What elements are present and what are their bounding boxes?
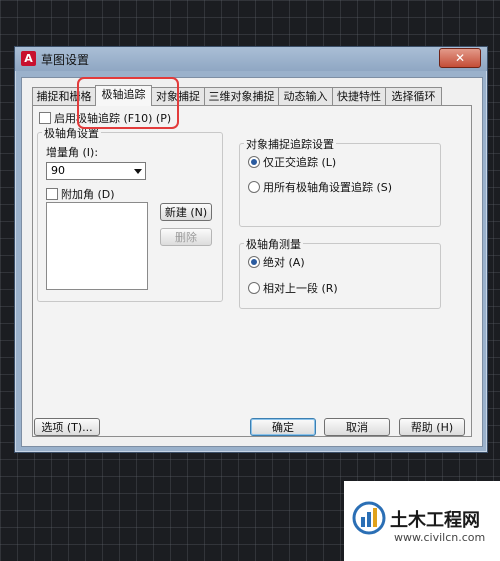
relative-radio[interactable] (248, 282, 260, 294)
dialog-title: 草图设置 (41, 53, 90, 67)
watermark-logo: 土木工程网 www.civilcn.com (344, 481, 500, 561)
absolute-label: 绝对 (A) (263, 256, 305, 269)
polar-tracking-panel: 启用极轴追踪 (F10) (P) 极轴角设置 增量角 (I): 90 附加角 (… (32, 105, 472, 437)
polar-angle-group: 极轴角设置 增量角 (I): 90 附加角 (D) 新建 (N) 删除 (37, 125, 223, 302)
increment-angle-value: 90 (51, 164, 65, 177)
snap-tracking-group: 对象捕捉追踪设置 仅正交追踪 (L) 用所有极轴角设置追踪 (S) (239, 136, 441, 227)
additional-angles-list[interactable] (46, 202, 148, 290)
watermark-url: www.civilcn.com (394, 531, 486, 544)
close-button[interactable]: ✕ (439, 48, 481, 68)
absolute-radio[interactable] (248, 256, 260, 268)
dropdown-arrow-icon (134, 169, 142, 174)
measurement-group: 极轴角测量 绝对 (A) 相对上一段 (R) (239, 236, 441, 309)
cancel-button[interactable]: 取消 (324, 418, 390, 436)
annotation-highlight-box (77, 77, 179, 129)
app-logo-icon: A (21, 51, 36, 66)
all-polar-label: 用所有极轴角设置追踪 (S) (263, 181, 393, 194)
dialog-titlebar[interactable]: A 草图设置 ✕ (15, 47, 487, 71)
tab-dynamic-input[interactable]: 动态输入 (278, 87, 333, 105)
watermark-title: 土木工程网 (390, 510, 480, 531)
help-button[interactable]: 帮助 (H) (399, 418, 465, 436)
tab-3d-object-snap[interactable]: 三维对象捕捉 (204, 87, 279, 105)
additional-angle-checkbox[interactable] (46, 188, 58, 200)
snap-tracking-group-title: 对象捕捉追踪设置 (244, 136, 336, 152)
tab-selection-cycling[interactable]: 选择循环 (385, 87, 442, 105)
increment-angle-select[interactable]: 90 (46, 162, 146, 180)
watermark-emblem-icon (352, 501, 386, 535)
orthogonal-only-label: 仅正交追踪 (L) (263, 156, 337, 169)
all-polar-radio[interactable] (248, 181, 260, 193)
additional-angle-label: 附加角 (D) (61, 188, 115, 201)
ok-button[interactable]: 确定 (250, 418, 316, 436)
options-button[interactable]: 选项 (T)... (34, 418, 100, 436)
orthogonal-only-radio[interactable] (248, 156, 260, 168)
enable-polar-checkbox[interactable] (39, 112, 51, 124)
dialog-client-area: 捕捉和栅格 极轴追踪 对象捕捉 三维对象捕捉 动态输入 快捷特性 选择循环 启用… (21, 77, 483, 447)
increment-angle-label: 增量角 (I): (46, 146, 99, 159)
measurement-group-title: 极轴角测量 (244, 236, 303, 252)
new-angle-button[interactable]: 新建 (N) (160, 203, 212, 221)
tab-quick-properties[interactable]: 快捷特性 (332, 87, 386, 105)
delete-angle-button[interactable]: 删除 (160, 228, 212, 246)
relative-label: 相对上一段 (R) (263, 282, 338, 295)
